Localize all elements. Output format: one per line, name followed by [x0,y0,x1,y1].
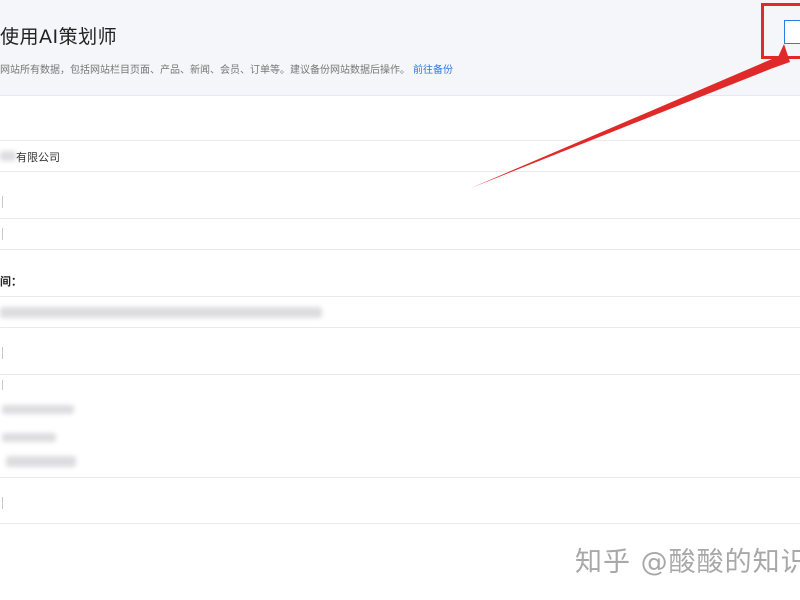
divider [0,477,800,478]
divider [0,327,800,328]
field-label-fragment [2,380,3,390]
text-field[interactable] [0,219,800,249]
redacted-text [0,151,16,161]
field-label: 间： [0,275,22,288]
page-header: 使用AI策划师 网站所有数据，包括网站栏目页面、产品、新闻、会员、订单等。建议备… [0,0,800,96]
backup-link[interactable]: 前往备份 [413,65,453,76]
field-label-fragment [2,497,3,509]
redacted-text [0,307,322,318]
warning-text: 网站所有数据，包括网站栏目页面、产品、新闻、会员、订单等。建议备份网站数据后操作… [0,65,410,76]
field-label-fragment [2,228,3,240]
redacted-text [2,433,56,442]
redacted-text [6,456,76,467]
field-label-fragment [2,347,3,359]
field-label-fragment [2,196,3,208]
divider [0,171,800,172]
divider [0,249,800,250]
redacted-field[interactable] [0,297,800,327]
company-name-field[interactable]: 有限公司 [0,141,800,171]
divider [0,374,800,375]
top-right-button[interactable] [784,20,800,44]
page-title: 使用AI策划师 [0,26,118,48]
redacted-text [2,405,74,414]
watermark: 知乎 @酸酸的知识 [575,547,800,578]
header-description: 网站所有数据，包括网站栏目页面、产品、新闻、会员、订单等。建议备份网站数据后操作… [0,61,453,76]
company-name-value: 有限公司 [16,151,60,164]
page: 使用AI策划师 网站所有数据，包括网站栏目页面、产品、新闻、会员、订单等。建议备… [0,0,800,600]
divider [0,523,800,524]
